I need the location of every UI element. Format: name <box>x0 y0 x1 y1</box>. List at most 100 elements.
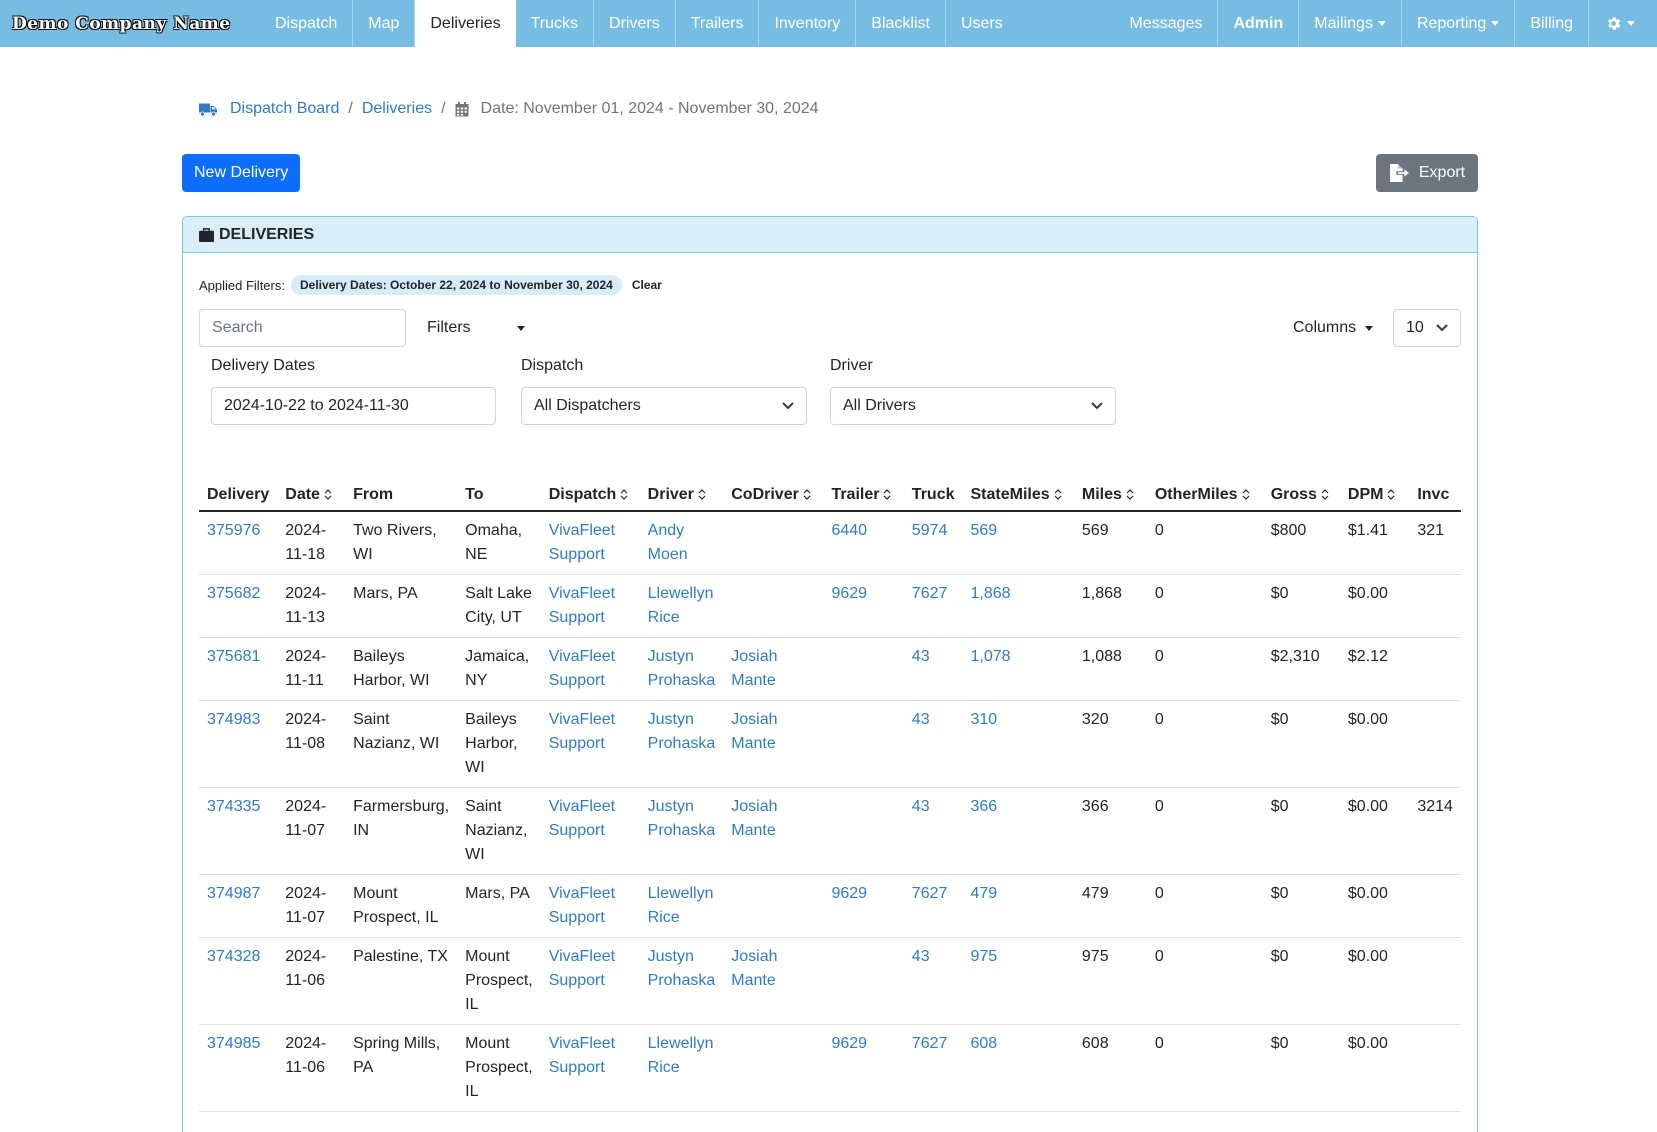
cell-delivery[interactable]: 375976 <box>199 511 278 575</box>
sort-icon[interactable] <box>803 488 811 500</box>
cell-codriver[interactable]: Josiah Mante <box>723 787 824 875</box>
cell-to: Saint Nazianz, WI <box>457 787 541 875</box>
sort-icon[interactable] <box>620 488 628 500</box>
cell-statemiles[interactable]: 310 <box>962 700 1074 788</box>
cell-dispatch[interactable]: VivaFleet Support <box>540 574 640 638</box>
column-header-driver[interactable]: Driver <box>639 479 724 512</box>
nav-dispatch[interactable]: Dispatch <box>260 0 354 47</box>
sort-icon[interactable] <box>1054 488 1062 500</box>
cell-driver[interactable]: Llewellyn Rice <box>639 1024 724 1112</box>
cell-from: Baileys Harbor, WI <box>345 637 458 701</box>
nav-trucks[interactable]: Trucks <box>516 0 595 47</box>
table-viewport: Delivery Date From To Dispatch Driver CoDriver… <box>183 217 1461 1132</box>
cell-delivery[interactable]: 374987 <box>199 874 278 938</box>
cell-driver[interactable]: Llewellyn Rice <box>639 874 724 938</box>
nav-trailers[interactable]: Trailers <box>676 0 760 47</box>
cell-truck[interactable]: 7627 <box>903 574 963 638</box>
cell-dispatch[interactable]: VivaFleet Support <box>540 787 640 875</box>
cell-codriver[interactable]: Josiah Mante <box>723 700 824 788</box>
nav-billing[interactable]: Billing <box>1515 0 1589 47</box>
breadcrumb-deliveries[interactable]: Deliveries <box>362 100 432 118</box>
cell-statemiles[interactable]: 366 <box>962 787 1074 875</box>
nav-blacklist[interactable]: Blacklist <box>856 0 946 47</box>
column-header-trailer[interactable]: Trailer <box>823 479 904 512</box>
brand-logo[interactable]: Demo Company Name <box>0 0 260 47</box>
nav-reporting[interactable]: Reporting <box>1402 0 1516 47</box>
new-delivery-button[interactable]: New Delivery <box>182 154 301 192</box>
nav-settings[interactable] <box>1589 0 1657 47</box>
cell-dispatch[interactable]: VivaFleet Support <box>540 937 640 1025</box>
cell-truck[interactable]: 43 <box>903 937 963 1025</box>
cell-truck[interactable]: 7627 <box>903 1024 963 1112</box>
column-header-codriver[interactable]: CoDriver <box>723 479 824 512</box>
cell-statemiles[interactable]: 1,078 <box>962 637 1074 701</box>
cell-truck[interactable]: 5974 <box>903 511 963 575</box>
column-header-statemiles[interactable]: StateMiles <box>962 479 1074 512</box>
cell-dispatch[interactable]: VivaFleet Support <box>540 700 640 788</box>
column-header-othermiles[interactable]: OtherMiles <box>1146 479 1263 512</box>
cell-statemiles[interactable]: 479 <box>962 874 1074 938</box>
sort-icon[interactable] <box>1242 488 1250 500</box>
nav-users[interactable]: Users <box>946 0 1018 47</box>
cell-driver[interactable]: Andy Moen <box>639 511 724 575</box>
nav-admin[interactable]: Admin <box>1218 0 1300 47</box>
column-header-label: Miles <box>1081 485 1122 503</box>
cell-trailer <box>823 700 904 788</box>
column-header-dpm[interactable]: DPM <box>1339 479 1410 512</box>
cell-truck[interactable]: 43 <box>903 637 963 701</box>
sort-icon[interactable] <box>698 488 706 500</box>
cell-driver[interactable]: Llewellyn Rice <box>639 574 724 638</box>
cell-delivery[interactable]: 374328 <box>199 937 278 1025</box>
cell-delivery[interactable]: 374335 <box>199 787 278 875</box>
cell-trailer[interactable]: 9629 <box>823 874 904 938</box>
nav-drivers[interactable]: Drivers <box>594 0 676 47</box>
cell-statemiles[interactable]: 569 <box>962 511 1074 575</box>
cell-statemiles[interactable]: 975 <box>962 937 1074 1025</box>
nav-messages[interactable]: Messages <box>1115 0 1219 47</box>
cell-miles: 366 <box>1073 787 1147 875</box>
cell-dpm: $2.12 <box>1339 637 1410 701</box>
cell-codriver[interactable]: Josiah Mante <box>723 937 824 1025</box>
breadcrumb-dispatch-board[interactable]: Dispatch Board <box>230 100 339 118</box>
column-header-miles[interactable]: Miles <box>1073 479 1147 512</box>
cell-dispatch[interactable]: VivaFleet Support <box>540 511 640 575</box>
sort-icon[interactable] <box>1126 488 1134 500</box>
cell-delivery[interactable]: 375681 <box>199 637 278 701</box>
cell-codriver[interactable]: Josiah Mante <box>723 637 824 701</box>
sort-icon[interactable] <box>324 488 332 500</box>
cell-driver[interactable]: Justyn Prohaska <box>639 637 724 701</box>
nav-inventory[interactable]: Inventory <box>759 0 857 47</box>
cell-driver[interactable]: Justyn Prohaska <box>639 937 724 1025</box>
cell-from: Farmersburg, IN <box>345 787 458 875</box>
cell-trailer[interactable]: 9629 <box>823 1024 904 1112</box>
cell-statemiles[interactable]: 1,868 <box>962 574 1074 638</box>
cell-truck[interactable]: 43 <box>903 787 963 875</box>
cell-delivery[interactable]: 374985 <box>199 1024 278 1112</box>
column-header-dispatch[interactable]: Dispatch <box>540 479 640 512</box>
cell-truck[interactable]: 43 <box>903 700 963 788</box>
nav-deliveries[interactable]: Deliveries <box>415 0 516 47</box>
column-header-gross[interactable]: Gross <box>1262 479 1340 512</box>
nav-map[interactable]: Map <box>353 0 416 47</box>
cell-delivery[interactable]: 375682 <box>199 574 278 638</box>
export-button[interactable]: Export <box>1376 154 1478 192</box>
cell-dpm: $0.00 <box>1339 787 1410 875</box>
cell-miles: 479 <box>1073 874 1147 938</box>
cell-dispatch[interactable]: VivaFleet Support <box>540 637 640 701</box>
column-header-label: DPM <box>1347 485 1384 503</box>
cell-truck[interactable]: 7627 <box>903 874 963 938</box>
cell-trailer[interactable]: 6440 <box>823 511 904 575</box>
cell-dispatch[interactable]: VivaFleet Support <box>540 1024 640 1112</box>
column-header-date[interactable]: Date <box>277 479 346 512</box>
cell-statemiles[interactable]: 608 <box>962 1024 1074 1112</box>
chevron-down-icon <box>1627 21 1635 26</box>
cell-trailer[interactable]: 9629 <box>823 574 904 638</box>
sort-icon[interactable] <box>1321 488 1329 500</box>
cell-dispatch[interactable]: VivaFleet Support <box>540 874 640 938</box>
sort-icon[interactable] <box>1387 488 1395 500</box>
cell-delivery[interactable]: 374983 <box>199 700 278 788</box>
nav-mailings[interactable]: Mailings <box>1299 0 1402 47</box>
cell-driver[interactable]: Justyn Prohaska <box>639 700 724 788</box>
cell-driver[interactable]: Justyn Prohaska <box>639 787 724 875</box>
sort-icon[interactable] <box>883 488 891 500</box>
